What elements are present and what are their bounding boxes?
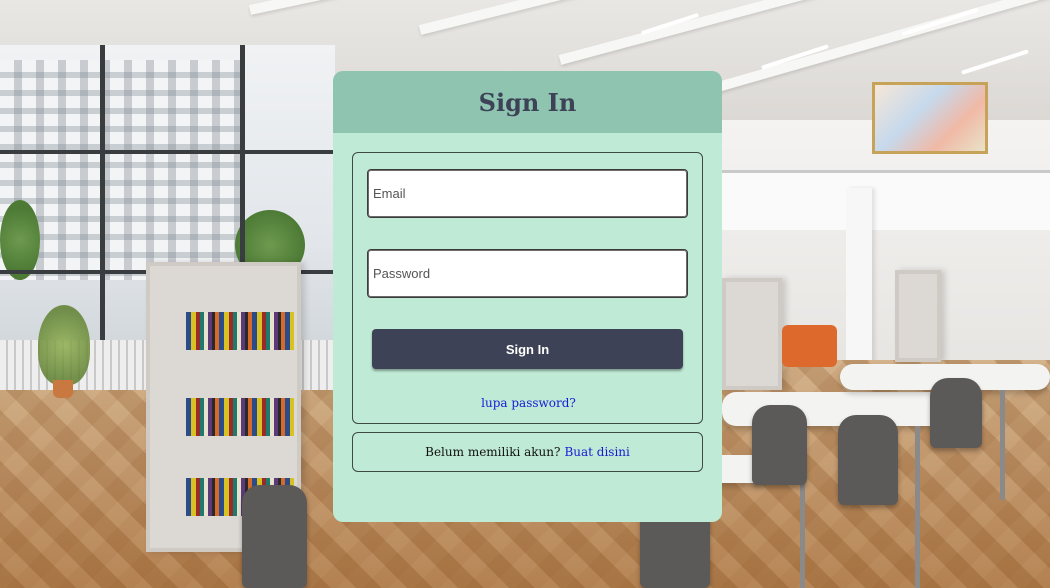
support-column [846,188,872,378]
email-field[interactable] [367,169,688,218]
chair [752,405,807,485]
potted-plant [38,305,90,385]
table-leg [915,426,920,588]
register-link[interactable]: Buat disini [564,445,629,459]
book-row [186,398,294,436]
table-leg [1000,390,1005,500]
book-row [186,312,294,350]
chair [838,415,898,505]
register-box: Belum memiliki akun? Buat disini [352,432,703,472]
card-header: Sign In [333,71,722,133]
orange-sofa [782,325,837,367]
password-field[interactable] [367,249,688,298]
chair [242,485,307,588]
sign-in-button[interactable]: Sign In [372,329,683,369]
bookshelf-back [895,270,941,362]
plant-pot [53,380,73,398]
forgot-password-link[interactable]: lupa password? [353,396,704,410]
register-prompt: Belum memiliki akun? [425,445,561,459]
wall-painting [872,82,988,154]
sign-in-form: Sign In lupa password? [352,152,703,424]
bookshelf-right [722,278,782,390]
chair [930,378,982,448]
page-title: Sign In [478,87,577,117]
window-mullion [100,45,105,375]
outside-tree [0,200,40,280]
sign-in-card: Sign In Sign In lupa password? Belum mem… [333,71,722,522]
mezzanine-railing [720,170,1050,230]
window-transom [0,150,335,154]
